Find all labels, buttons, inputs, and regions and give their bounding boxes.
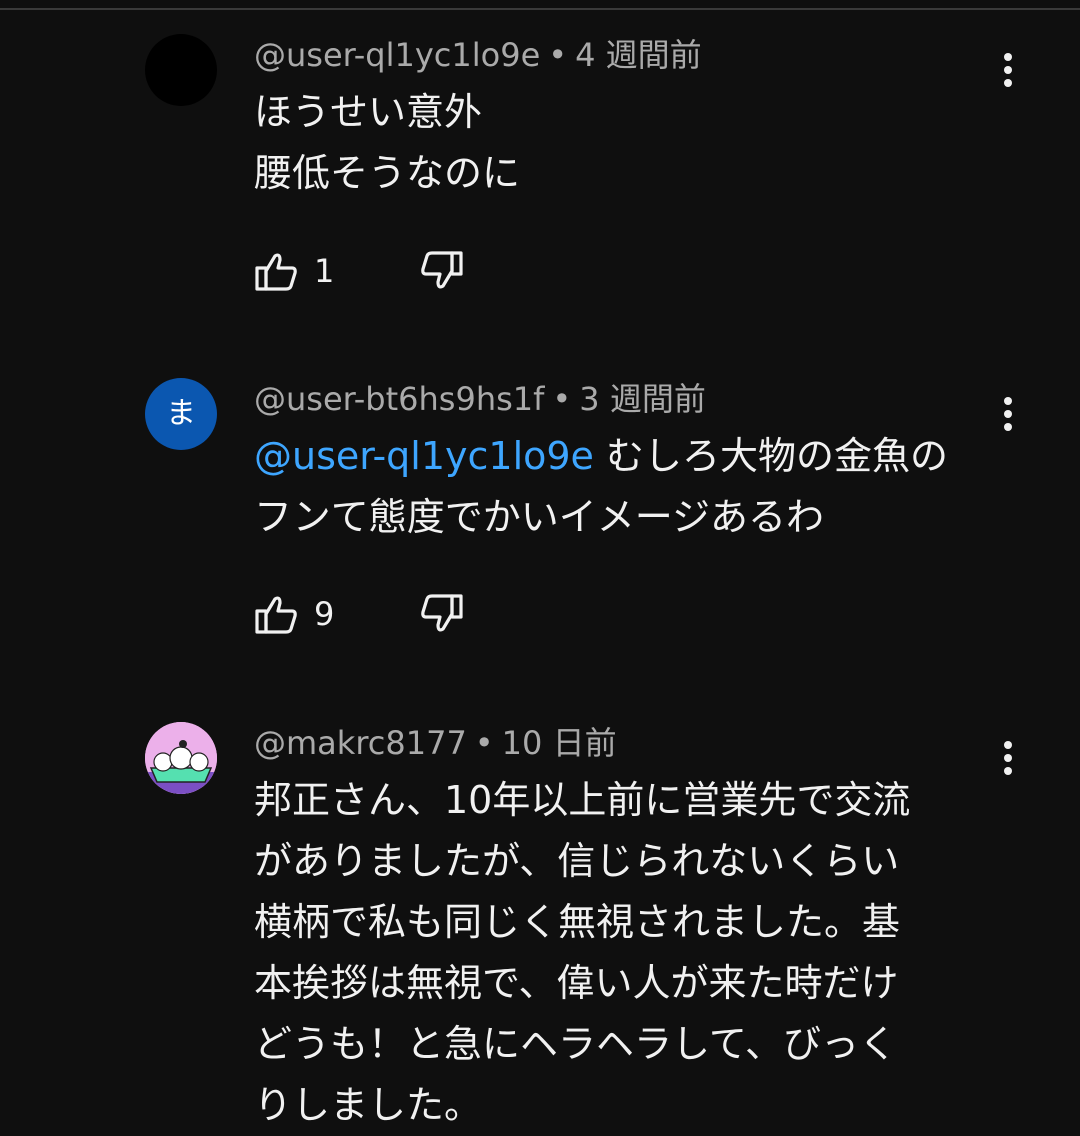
meta-separator: • [548, 36, 568, 74]
avatar[interactable] [145, 722, 217, 794]
avatar-letter: ま [166, 396, 196, 431]
comment-meta: @user-ql1yc1lo9e • 4 週間前 [254, 35, 702, 75]
mention-link[interactable]: @user-ql1yc1lo9e [254, 434, 594, 478]
meta-separator: • [552, 380, 572, 418]
thumb-down-icon [421, 594, 463, 632]
comment-line: 本挨拶は無視で、偉い人が来た時だけ [254, 961, 899, 1005]
top-divider [0, 8, 1080, 10]
cupcake-avatar-image [145, 722, 217, 794]
dislike-button[interactable] [420, 592, 464, 636]
more-vert-icon[interactable] [990, 48, 1026, 92]
comment-line: りしました。 [254, 1083, 483, 1127]
like-button[interactable]: 9 [254, 592, 334, 636]
like-count: 9 [314, 595, 335, 633]
dislike-button[interactable] [420, 249, 464, 293]
author-name[interactable]: @makrc8177 [254, 724, 467, 762]
thumb-up-icon [255, 596, 297, 634]
meta-separator: • [474, 724, 494, 762]
comment-line: どうも！と急にヘラヘラして、びっく [254, 1022, 897, 1066]
comment-text: @user-ql1yc1lo9e むしろ大物の金魚の フンて態度でかいイメージあ… [254, 426, 994, 548]
comment-line: 邦正さん、10年以上前に営業先で交流 [254, 778, 911, 822]
thumb-up-icon [255, 253, 297, 291]
comment-text: 邦正さん、10年以上前に営業先で交流 がありましたが、信じられないくらい 横柄で… [254, 770, 994, 1136]
comment-time: 4 週間前 [575, 36, 702, 74]
comment-meta: @makrc8177 • 10 日前 [254, 723, 617, 763]
avatar[interactable]: ま [145, 378, 217, 450]
comment-time: 10 日前 [501, 724, 617, 762]
more-vert-icon[interactable] [990, 736, 1026, 780]
comment-line: がありましたが、信じられないくらい [254, 839, 900, 883]
comment-line: 腰低そうなのに [254, 151, 521, 195]
comment-text: ほうせい意外 腰低そうなのに [254, 82, 994, 204]
comment-line-text: むしろ大物の金魚の [593, 434, 949, 478]
comment-line: ほうせい意外 [254, 90, 483, 134]
author-name[interactable]: @user-ql1yc1lo9e [254, 36, 540, 74]
thumb-down-icon [421, 251, 463, 289]
more-vert-icon[interactable] [990, 392, 1026, 436]
comment-meta: @user-bt6hs9hs1f • 3 週間前 [254, 379, 706, 419]
comment-time: 3 週間前 [579, 380, 706, 418]
avatar[interactable] [145, 34, 217, 106]
like-button[interactable]: 1 [254, 249, 334, 293]
comment-line: フンて態度でかいイメージあるわ [254, 495, 825, 539]
comment-line: 横柄で私も同じく無視されました。基 [254, 900, 901, 944]
like-count: 1 [314, 252, 335, 290]
comment-line: @user-ql1yc1lo9e むしろ大物の金魚の [254, 426, 994, 487]
author-name[interactable]: @user-bt6hs9hs1f [254, 380, 544, 418]
